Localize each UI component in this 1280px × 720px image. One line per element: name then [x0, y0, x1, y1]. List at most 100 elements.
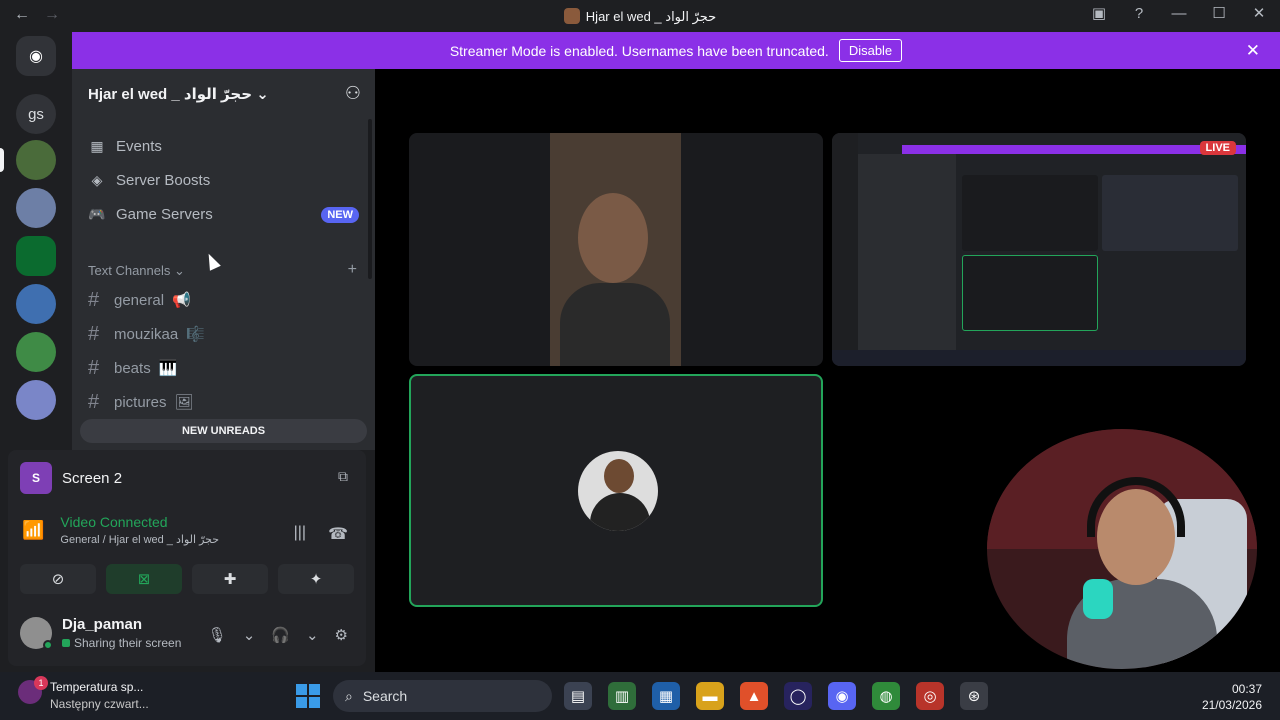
stream-preview [832, 133, 1246, 366]
weather-icon: 1 [18, 676, 48, 704]
close-window-button[interactable]: ✕ [1248, 4, 1270, 22]
search-icon: ⌕ [345, 687, 353, 704]
menu-item-label: Server Boosts [116, 171, 211, 189]
status-icon [62, 639, 70, 647]
channel-mouzikaa[interactable]: # mouzikaa 🎼 [88, 320, 205, 348]
weather-widget[interactable]: 1 Temperatura sp... Następny czwart... [18, 676, 149, 711]
microphone-icon[interactable]: 🎙 [208, 626, 227, 644]
noise-suppression-icon[interactable]: ||| [294, 524, 306, 544]
invite-people-icon[interactable]: ⚇ [345, 83, 361, 104]
screen-icon-letter: S [31, 471, 40, 485]
voice-location[interactable]: General / Hjar el wed _ حجرّ الواد [60, 533, 219, 546]
video-tile-stream[interactable]: LIVE [832, 133, 1246, 366]
calendar-icon: ▦ [90, 137, 104, 154]
screen-icon: S [20, 462, 52, 494]
popout-icon[interactable]: ⧉ [338, 468, 348, 485]
server-icon-4[interactable] [16, 284, 56, 324]
add-channel-icon[interactable]: + [348, 261, 357, 279]
menu-item-game-servers[interactable]: 🎮 Game Servers [88, 200, 213, 228]
channel-general[interactable]: # general 📢 [88, 286, 191, 314]
store-icon[interactable]: ▦ [652, 682, 680, 710]
disable-streamer-mode-button[interactable]: Disable [838, 39, 903, 62]
user-status: Sharing their screen [62, 636, 181, 650]
avatar-head [604, 459, 634, 493]
menu-item-label: Events [116, 137, 162, 155]
category-text-channels[interactable]: Text Channels ⌄ [88, 263, 185, 279]
app-icon[interactable]: ◯ [784, 682, 812, 710]
windows-start-icon[interactable] [296, 684, 320, 708]
mini-server-list [832, 133, 858, 366]
file-explorer-icon[interactable]: ▬ [696, 682, 724, 710]
server-icon-1[interactable] [16, 140, 56, 180]
clock-date: 21/03/2026 [1201, 698, 1262, 712]
new-badge: NEW [321, 207, 359, 223]
video-tile-camera[interactable] [409, 133, 823, 366]
active-server-pill [0, 148, 4, 172]
menu-item-events[interactable]: ▦ Events [88, 132, 162, 160]
weather-badge: 1 [34, 676, 48, 690]
channel-name: pictures [114, 393, 167, 411]
server-icon-3[interactable] [16, 236, 56, 276]
person-face [578, 193, 648, 283]
channel-beats[interactable]: # beats 🎹 [88, 354, 177, 382]
disconnect-icon[interactable]: ☎ [328, 524, 348, 544]
voice-button-row: ⊘ ⊠ ✚ ✦ [20, 564, 354, 594]
system-clock[interactable]: 00:37 21/03/2026 [1202, 681, 1262, 713]
clock-time: 00:37 [1231, 682, 1262, 696]
soundboard-button[interactable]: ✦ [278, 564, 354, 594]
server-icon-6[interactable] [16, 380, 56, 420]
category-label: Text Channels [88, 263, 171, 278]
headset-icon[interactable]: 🎧 [271, 626, 290, 644]
weather-line-2: Następny czwart... [50, 697, 149, 711]
chrome-icon[interactable]: ◎ [916, 682, 944, 710]
sidebar-scrollbar[interactable] [368, 119, 372, 279]
gamepad-icon: 🎮 [88, 205, 106, 222]
channel-emoji: 🎼 [186, 326, 205, 343]
channel-sidebar: Hjar el wed _ حجرّ الواد ⌄ ⚇ ▦ Events ◈ … [72, 69, 375, 450]
brave-browser-icon[interactable]: ▲ [740, 682, 768, 710]
menu-item-label: Game Servers [116, 205, 213, 223]
obs-icon[interactable]: ⊛ [960, 682, 988, 710]
chevron-down-icon[interactable]: ⌄ [243, 626, 256, 644]
widgets-icon[interactable]: ▥ [608, 682, 636, 710]
taskbar-apps: ▤ ▥ ▦ ▬ ▲ ◯ ◉ ◍ ◎ ⊛ [564, 682, 988, 710]
channel-name: mouzikaa [114, 325, 179, 343]
activities-button[interactable]: ✚ [192, 564, 268, 594]
help-icon[interactable]: ? [1128, 5, 1150, 22]
weather-line-1: Temperatura sp... [50, 680, 144, 694]
channel-name: beats [114, 359, 151, 377]
voice-connection: 📶 Video Connected General / Hjar el wed … [22, 514, 219, 546]
signal-icon[interactable]: 📶 [22, 520, 44, 541]
search-label: Search [362, 688, 408, 704]
online-status-dot [43, 640, 53, 650]
server-name-header[interactable]: Hjar el wed _ حجرّ الواد ⌄ [88, 85, 269, 103]
avatar[interactable] [20, 617, 53, 650]
server-icon-2[interactable] [16, 188, 56, 228]
channel-emoji: 📢 [172, 292, 191, 309]
discord-logo-glyph: ◉ [29, 48, 43, 65]
mini-tile-1 [962, 175, 1098, 251]
voice-user-panel: S Screen 2 ⧉ 📶 Video Connected General /… [8, 450, 366, 666]
screen-share-button[interactable]: ⊠ [106, 564, 182, 594]
server-icon-5[interactable] [16, 332, 56, 372]
discord-home-icon[interactable]: ◉ [16, 36, 56, 76]
maximize-button[interactable]: ☐ [1208, 4, 1230, 22]
minimize-button[interactable]: — [1168, 5, 1190, 22]
user-area[interactable]: Dja_paman Sharing their screen [20, 616, 181, 650]
taskbar-search[interactable]: ⌕ Search [333, 680, 552, 712]
settings-gear-icon[interactable]: ⚙ [335, 626, 348, 644]
video-tile-speaking[interactable] [409, 374, 823, 607]
discord-icon[interactable]: ◉ [828, 682, 856, 710]
close-icon[interactable]: ✕ [1246, 41, 1260, 61]
server-gs[interactable]: gs [16, 94, 56, 134]
chevron-down-icon[interactable]: ⌄ [306, 626, 319, 644]
camera-off-button[interactable]: ⊘ [20, 564, 96, 594]
chrome-icon[interactable]: ◍ [872, 682, 900, 710]
channel-pictures[interactable]: # pictures 🖼 [88, 388, 194, 416]
server-avatar-icon [563, 8, 580, 24]
new-unreads-button[interactable]: NEW UNREADS [80, 419, 367, 443]
inbox-icon[interactable]: ▣ [1088, 4, 1110, 22]
menu-item-server-boosts[interactable]: ◈ Server Boosts [88, 166, 211, 194]
task-view-icon[interactable]: ▤ [564, 682, 592, 710]
streamer-mode-banner: Streamer Mode is enabled. Usernames have… [72, 32, 1280, 69]
